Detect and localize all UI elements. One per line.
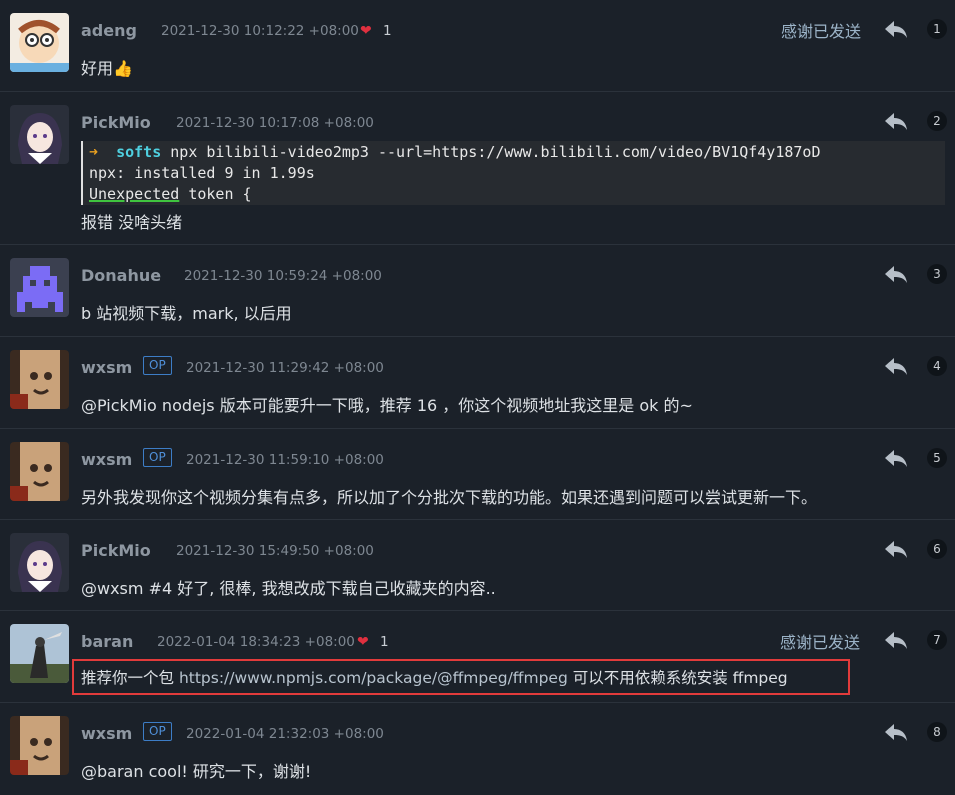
- timestamp: 2021-12-30 10:59:24 +08:00: [184, 268, 382, 284]
- reply-number: 4: [927, 356, 947, 376]
- prompt-arrow: ➜: [89, 143, 99, 161]
- avatar[interactable]: [10, 442, 69, 501]
- avatar[interactable]: [10, 624, 69, 683]
- heart-icon: ❤: [357, 634, 369, 650]
- reply-content: @baran cool! 研究一下，谢谢!: [81, 762, 312, 781]
- like-count: 1: [380, 634, 389, 650]
- code-error-rest: token {: [179, 185, 252, 203]
- reply-arrow-icon[interactable]: [884, 723, 908, 743]
- highlight-box: [72, 659, 850, 695]
- reply-arrow-icon[interactable]: [884, 449, 908, 469]
- timestamp: 2021-12-30 15:49:50 +08:00: [176, 543, 374, 559]
- reply-content: b 站视频下载，mark, 以后用: [81, 304, 292, 323]
- thanked-status: 感谢已发送: [780, 633, 861, 652]
- like-count: 1: [383, 23, 392, 39]
- code-dir: softs: [116, 143, 162, 161]
- reply-item: wxsm OP 2021-12-30 11:29:42 +08:00 4 @Pi…: [0, 337, 955, 429]
- timestamp: 2021-12-30 10:17:08 +08:00: [176, 115, 374, 131]
- avatar[interactable]: [10, 350, 69, 409]
- username[interactable]: wxsm: [81, 358, 132, 377]
- timestamp: 2022-01-04 18:34:23 +08:00: [157, 634, 355, 650]
- username[interactable]: wxsm: [81, 724, 132, 743]
- username[interactable]: PickMio: [81, 541, 151, 560]
- code-block: ➜ softs npx bilibili-video2mp3 --url=htt…: [81, 141, 945, 205]
- op-badge: OP: [143, 722, 172, 741]
- reply-item: wxsm OP 2021-12-30 11:59:10 +08:00 5 另外我…: [0, 429, 955, 520]
- reply-content: @wxsm #4 好了, 很棒, 我想改成下载自己收藏夹的内容..: [81, 579, 496, 598]
- reply-arrow-icon[interactable]: [884, 265, 908, 285]
- username[interactable]: baran: [81, 632, 133, 651]
- reply-number: 8: [927, 722, 947, 742]
- reply-content: 好用👍: [81, 59, 133, 78]
- reply-item: adeng 2021-12-30 10:12:22 +08:00 ❤ 1 感谢已…: [0, 0, 955, 92]
- avatar[interactable]: [10, 105, 69, 164]
- username[interactable]: PickMio: [81, 113, 151, 132]
- op-badge: OP: [143, 448, 172, 467]
- username[interactable]: Donahue: [81, 266, 161, 285]
- reply-arrow-icon[interactable]: [884, 20, 908, 40]
- reply-number: 5: [927, 448, 947, 468]
- heart-icon: ❤: [360, 23, 372, 39]
- avatar[interactable]: [10, 13, 69, 72]
- op-badge: OP: [143, 356, 172, 375]
- timestamp: 2021-12-30 11:59:10 +08:00: [186, 452, 384, 468]
- reply-arrow-icon[interactable]: [884, 357, 908, 377]
- username[interactable]: adeng: [81, 21, 137, 40]
- reply-arrow-icon[interactable]: [884, 540, 908, 560]
- reply-content: 另外我发现你这个视频分集有点多，所以加了个分批次下载的功能。如果还遇到问题可以尝…: [81, 488, 818, 507]
- thanked-status: 感谢已发送: [781, 22, 862, 41]
- avatar[interactable]: [10, 716, 69, 775]
- reply-number: 2: [927, 111, 947, 131]
- timestamp: 2021-12-30 10:12:22 +08:00: [161, 23, 359, 39]
- reply-number: 7: [927, 630, 947, 650]
- reply-item: wxsm OP 2022-01-04 21:32:03 +08:00 8 @ba…: [0, 703, 955, 795]
- reply-arrow-icon[interactable]: [884, 112, 908, 132]
- reply-content: @PickMio nodejs 版本可能要升一下哦，推荐 16 ，你这个视频地址…: [81, 396, 693, 415]
- code-error-word: Unexpected: [89, 185, 180, 203]
- avatar[interactable]: [10, 258, 69, 317]
- reply-number: 1: [927, 19, 947, 39]
- code-output-line: npx: installed 9 in 1.99s: [89, 164, 315, 182]
- timestamp: 2022-01-04 21:32:03 +08:00: [186, 726, 384, 742]
- reply-item: PickMio 2021-12-30 10:17:08 +08:00 2 ➜ s…: [0, 92, 955, 245]
- reply-item: Donahue 2021-12-30 10:59:24 +08:00 3 b 站…: [0, 245, 955, 337]
- reply-arrow-icon[interactable]: [884, 631, 908, 651]
- timestamp: 2021-12-30 11:29:42 +08:00: [186, 360, 384, 376]
- code-command: npx bilibili-video2mp3 --url=https://www…: [161, 143, 821, 161]
- reply-number: 3: [927, 264, 947, 284]
- username[interactable]: wxsm: [81, 450, 132, 469]
- reply-content: 报错 没啥头绪: [81, 213, 183, 232]
- reply-item: PickMio 2021-12-30 15:49:50 +08:00 6 @wx…: [0, 520, 955, 611]
- avatar[interactable]: [10, 533, 69, 592]
- reply-number: 6: [927, 539, 947, 559]
